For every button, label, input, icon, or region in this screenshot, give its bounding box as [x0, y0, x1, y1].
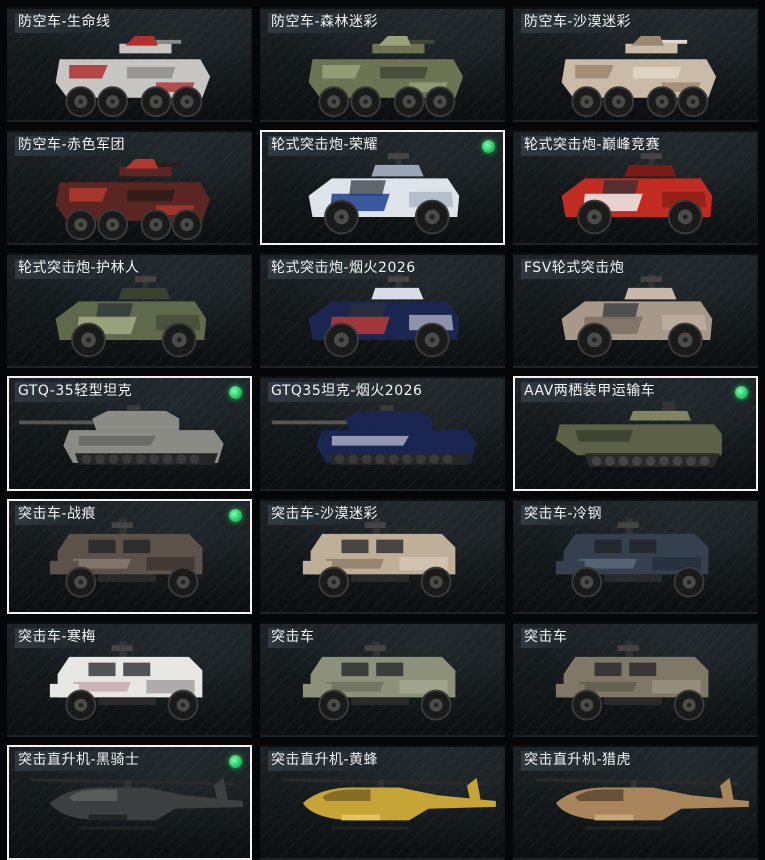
vehicle-card[interactable]: 突击车 [513, 622, 758, 737]
vehicle-card[interactable]: 防空车-生命线 [7, 7, 252, 122]
owned-indicator-icon [229, 386, 242, 399]
vehicle-name: 突击车-战痕 [15, 505, 101, 525]
vehicle-card[interactable]: 防空车-沙漠迷彩 [513, 7, 758, 122]
vehicle-card[interactable]: 突击车-寒梅 [7, 622, 252, 737]
vehicle-name: 防空车-沙漠迷彩 [521, 13, 636, 33]
vehicle-card[interactable]: 轮式突击炮-护林人 [7, 253, 252, 368]
vehicle-name: 突击车-沙漠迷彩 [268, 505, 383, 525]
vehicle-card[interactable]: 轮式突击炮-巅峰竞赛 [513, 130, 758, 245]
vehicle-card[interactable]: 突击车 [260, 622, 505, 737]
vehicle-card[interactable]: 防空车-森林迷彩 [260, 7, 505, 122]
vehicle-name: AAV两栖装甲运输车 [521, 382, 660, 402]
owned-indicator-icon [229, 755, 242, 768]
vehicle-name: 突击直升机-黑骑士 [15, 751, 144, 771]
vehicle-name: 防空车-生命线 [15, 13, 115, 33]
vehicle-name: 轮式突击炮-巅峰竞赛 [521, 136, 665, 156]
vehicle-card[interactable]: 防空车-赤色军团 [7, 130, 252, 245]
vehicle-card[interactable]: 突击车-沙漠迷彩 [260, 499, 505, 614]
vehicle-card[interactable]: AAV两栖装甲运输车 [513, 376, 758, 491]
vehicle-name: 防空车-赤色军团 [15, 136, 130, 156]
vehicle-card[interactable]: 突击车-战痕 [7, 499, 252, 614]
vehicle-name: 突击直升机-猎虎 [521, 751, 636, 771]
vehicle-name: 轮式突击炮-烟火2026 [268, 259, 420, 279]
vehicle-name: 突击直升机-黄蜂 [268, 751, 383, 771]
vehicle-card[interactable]: 轮式突击炮-烟火2026 [260, 253, 505, 368]
vehicle-card[interactable]: 突击直升机-黑骑士 [7, 745, 252, 860]
vehicle-card[interactable]: FSV轮式突击炮 [513, 253, 758, 368]
vehicle-card[interactable]: GTQ35坦克-烟火2026 [260, 376, 505, 491]
vehicle-name: GTQ-35轻型坦克 [15, 382, 137, 402]
vehicle-name: GTQ35坦克-烟火2026 [268, 382, 427, 402]
owned-indicator-icon [229, 509, 242, 522]
vehicle-grid: 防空车-生命线 防空车-森林迷彩 防空车-沙漠迷彩 防空车-赤色军团 轮式突击炮… [7, 7, 758, 860]
vehicle-name: 突击车-冷钢 [521, 505, 607, 525]
vehicle-name: 防空车-森林迷彩 [268, 13, 383, 33]
vehicle-name: FSV轮式突击炮 [521, 259, 629, 279]
vehicle-name: 突击车 [521, 628, 572, 648]
owned-indicator-icon [735, 386, 748, 399]
vehicle-name: 轮式突击炮-护林人 [15, 259, 144, 279]
owned-indicator-icon [482, 140, 495, 153]
vehicle-card[interactable]: 突击直升机-黄蜂 [260, 745, 505, 860]
vehicle-name: 轮式突击炮-荣耀 [268, 136, 383, 156]
vehicle-card[interactable]: GTQ-35轻型坦克 [7, 376, 252, 491]
vehicle-card[interactable]: 突击车-冷钢 [513, 499, 758, 614]
vehicle-card[interactable]: 突击直升机-猎虎 [513, 745, 758, 860]
vehicle-name: 突击车 [268, 628, 319, 648]
vehicle-name: 突击车-寒梅 [15, 628, 101, 648]
vehicle-card[interactable]: 轮式突击炮-荣耀 [260, 130, 505, 245]
